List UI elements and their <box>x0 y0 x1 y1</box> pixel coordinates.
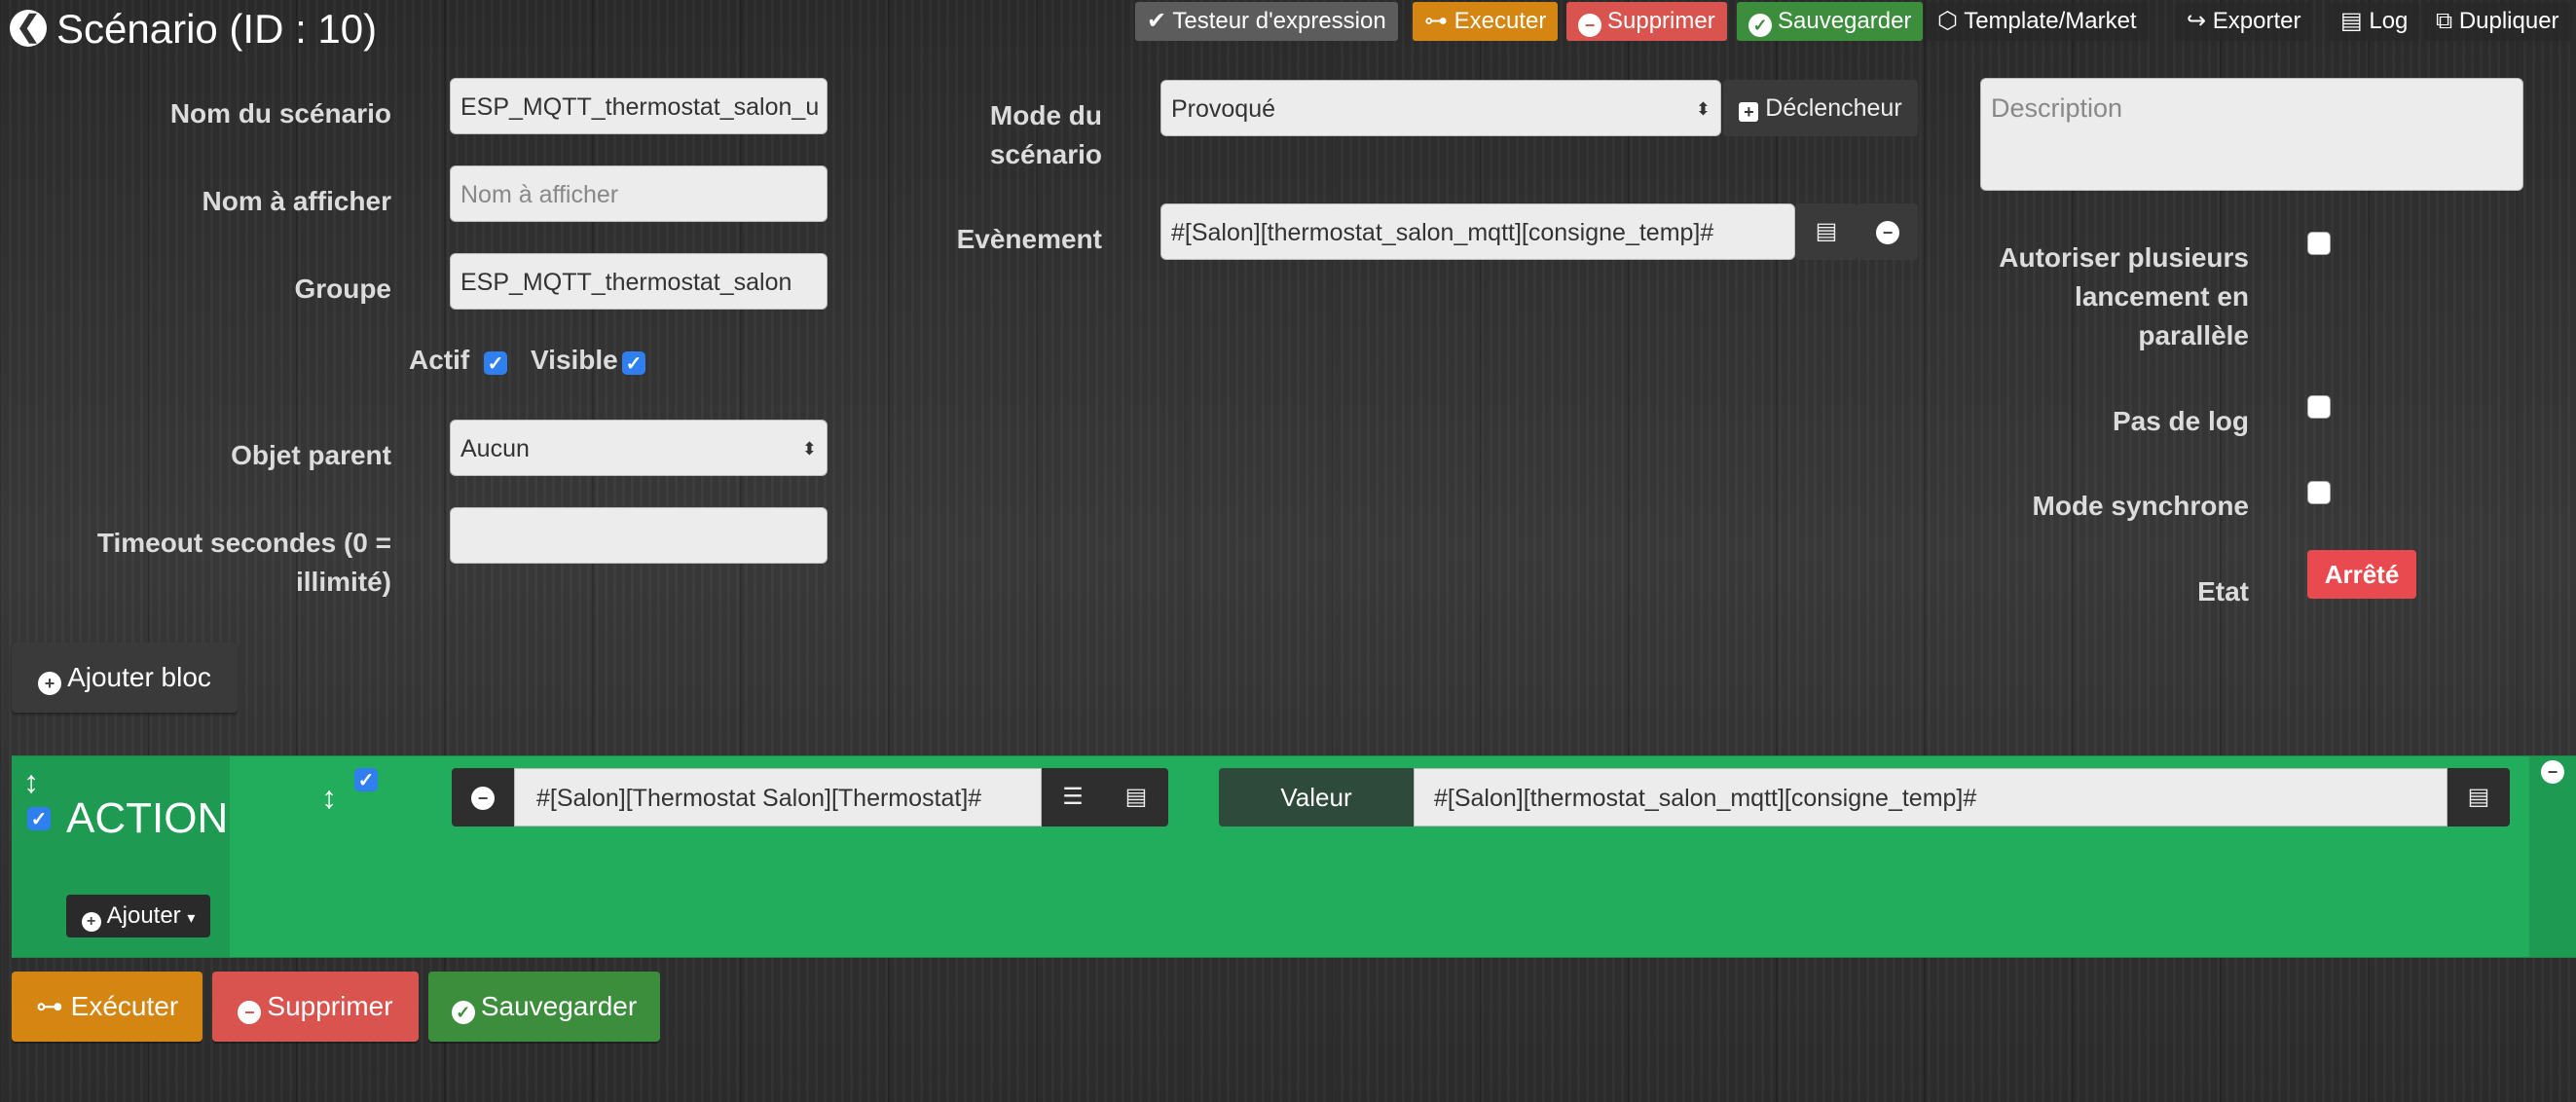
expression-enable-checkbox[interactable]: ✓ <box>354 768 378 791</box>
block-title: ACTION <box>66 794 229 842</box>
description-textarea[interactable]: Description <box>1980 78 2523 191</box>
timeout-label-line1: Timeout secondes (0 = <box>96 528 391 558</box>
sync-mode-label: Mode synchrone <box>2032 491 2249 521</box>
parent-object-label: Objet parent <box>231 440 391 470</box>
sliders-icon: ☰ <box>1062 784 1084 810</box>
event-label: Evènement <box>956 224 1102 254</box>
delete-button[interactable]: − Supprimer <box>212 972 419 1042</box>
gamepad-icon: ⊶ <box>1424 8 1448 34</box>
parallel-label-line2: lancement en <box>2075 281 2249 312</box>
sync-mode-checkbox[interactable] <box>2307 481 2331 504</box>
scenario-name-label: Nom du scénario <box>169 98 391 129</box>
select-arrows-icon: ⬍ <box>1695 99 1711 119</box>
minus-circle-icon: − <box>1578 14 1601 37</box>
display-name-input[interactable]: Nom à afficher <box>450 165 828 222</box>
group-label: Groupe <box>294 274 391 304</box>
check-circle-icon: ✓ <box>451 1001 475 1024</box>
delete-button-top[interactable]: − Supprimer <box>1566 2 1727 41</box>
trigger-button[interactable]: + Déclencheur <box>1723 80 1918 136</box>
state-label: Etat <box>2197 576 2249 606</box>
event-select-command-button[interactable]: ▤ <box>1795 203 1858 260</box>
cubes-icon: ⬡ <box>1937 8 1958 34</box>
block-add-dropdown[interactable]: + Ajouter ▾ <box>66 895 210 937</box>
select-arrows-icon: ⬍ <box>801 439 817 459</box>
no-log-checkbox[interactable] <box>2307 395 2331 419</box>
timeout-label-line2: illimité) <box>295 567 391 597</box>
list-alt-icon: ▤ <box>1815 218 1838 244</box>
page-title: Scénario (ID : 10) <box>56 6 378 52</box>
duplicate-button[interactable]: ⧉ Dupliquer <box>2424 2 2571 41</box>
scenario-name-input[interactable]: ESP_MQTT_thermostat_salon_u <box>450 78 828 134</box>
block-drag-handle-icon[interactable]: ↕ <box>23 766 39 797</box>
minus-circle-icon: − <box>2541 760 2564 784</box>
block-remove-button[interactable]: − <box>2541 760 2564 784</box>
gamepad-icon: ⊶ <box>35 991 63 1021</box>
minus-circle-icon: − <box>471 787 495 810</box>
parallel-label-line1: Autoriser plusieurs <box>1999 242 2249 273</box>
plus-square-icon: + <box>1739 102 1759 122</box>
action-block: ↕ ✓ ACTION + Ajouter ▾ ↕ ✓ − #[Salon][The… <box>12 755 2576 958</box>
command-options-button[interactable]: ☰ <box>1042 768 1104 826</box>
value-select-button[interactable]: ▤ <box>2447 768 2510 826</box>
check-circle-icon: ✓ <box>1748 14 1772 37</box>
caret-down-icon: ▾ <box>187 910 196 927</box>
command-select-button[interactable]: ▤ <box>1104 768 1168 826</box>
export-button[interactable]: ↪ Exporter <box>2175 2 2313 41</box>
add-block-button[interactable]: + Ajouter bloc <box>12 643 238 713</box>
parallel-checkbox[interactable] <box>2307 232 2331 255</box>
back-button[interactable]: ❮ <box>10 10 47 47</box>
share-icon: ↪ <box>2187 8 2207 34</box>
command-input[interactable]: #[Salon][Thermostat Salon][Thermostat]# <box>514 768 1042 826</box>
parent-object-select[interactable]: Aucun ⬍ <box>450 420 828 476</box>
active-label: Actif <box>409 345 470 375</box>
save-button-top[interactable]: ✓ Sauvegarder <box>1737 2 1924 41</box>
expression-drag-handle-icon[interactable]: ↕ <box>321 782 337 813</box>
scenario-mode-select[interactable]: Provoqué ⬍ <box>1160 80 1721 136</box>
template-market-button[interactable]: ⬡ Template/Market <box>1926 2 2149 41</box>
plus-circle-icon: + <box>81 912 101 932</box>
list-alt-icon: ▤ <box>1124 784 1148 810</box>
expression-remove-button[interactable]: − <box>452 768 514 826</box>
scenario-mode-label-line2: scénario <box>989 139 1102 169</box>
active-checkbox[interactable]: ✓ <box>484 351 507 375</box>
arrow-left-icon: ❮ <box>16 11 41 43</box>
group-input[interactable]: ESP_MQTT_thermostat_salon <box>450 253 828 310</box>
action-block-right-strip <box>2529 756 2576 957</box>
visible-checkbox[interactable]: ✓ <box>622 351 645 375</box>
execute-button[interactable]: ⊶ Exécuter <box>12 972 202 1042</box>
list-alt-icon: ▤ <box>2467 784 2490 810</box>
value-input[interactable]: #[Salon][thermostat_salon_mqtt][consigne… <box>1414 768 2447 826</box>
minus-circle-icon: − <box>238 1001 262 1024</box>
scenario-mode-label-line1: Mode du <box>989 100 1102 130</box>
block-enable-checkbox[interactable]: ✓ <box>27 807 51 830</box>
visible-label: Visible <box>531 345 618 375</box>
parallel-label-line3: parallèle <box>2138 320 2249 350</box>
event-input[interactable]: #[Salon][thermostat_salon_mqtt][consigne… <box>1160 203 1795 260</box>
expression-tester-button[interactable]: ✔ Testeur d'expression <box>1135 2 1398 41</box>
display-name-label: Nom à afficher <box>202 186 392 216</box>
file-icon: ▤ <box>2340 8 2363 34</box>
check-icon: ✔ <box>1147 8 1167 34</box>
plus-circle-icon: + <box>38 672 62 695</box>
save-button[interactable]: ✓ Sauvegarder <box>428 972 660 1042</box>
no-log-label: Pas de log <box>2112 406 2249 436</box>
log-button[interactable]: ▤ Log <box>2329 2 2420 41</box>
value-label: Valeur <box>1219 768 1414 826</box>
timeout-input[interactable] <box>450 507 828 564</box>
execute-button-top[interactable]: ⊶ Executer <box>1413 2 1559 41</box>
state-badge: Arrêté <box>2307 550 2416 599</box>
copy-icon: ⧉ <box>2436 8 2453 34</box>
